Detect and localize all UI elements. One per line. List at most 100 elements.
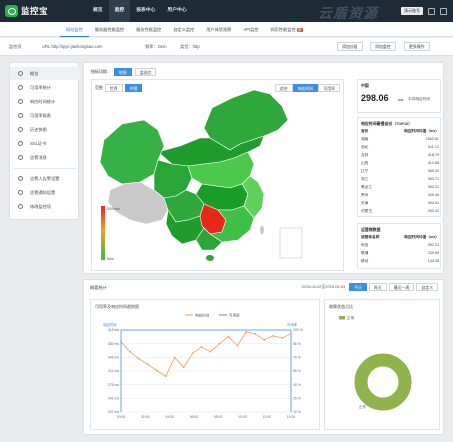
sidebar-item-label: 告警消息 bbox=[30, 154, 47, 160]
province-name: 湖南 bbox=[361, 137, 369, 141]
isp-name: 电信 bbox=[361, 243, 369, 247]
sidebar-item-edit[interactable]: 修改监控项 bbox=[10, 200, 80, 213]
series-response-point bbox=[182, 366, 185, 369]
settings-icon[interactable] bbox=[440, 7, 447, 15]
province-row: 浙江 353.71 bbox=[361, 177, 439, 182]
date-range-bar: 2015-04-02至2015-04-03 今天 昨天 最近一周 自定义 bbox=[301, 283, 438, 291]
province-name: 吉林 bbox=[361, 153, 369, 157]
y-tick-left: 383 ms bbox=[108, 342, 119, 346]
tab-website[interactable]: 网站监控 bbox=[60, 22, 89, 37]
edit-icon bbox=[18, 204, 23, 209]
y-tick-right: 70 % bbox=[293, 356, 301, 360]
add-monitor-button[interactable]: 添加监控 bbox=[370, 42, 396, 51]
left-axis-label: 响应时间 bbox=[103, 322, 117, 327]
sidebar-item-response[interactable]: 响应时间统计 bbox=[10, 95, 80, 108]
date-range: 2015-04-02至2015-04-03 bbox=[301, 284, 346, 289]
sidebar-item-alert-user[interactable]: 告警人告警设置 bbox=[10, 172, 80, 185]
sidebar-item-ssl[interactable]: SSL证书 bbox=[10, 137, 80, 150]
tab-server[interactable]: 服务器性能监控 bbox=[89, 22, 130, 37]
province-value: 304.01 bbox=[427, 201, 439, 205]
province-value: 412.85 bbox=[427, 161, 439, 165]
sidebar-item-label: 告警人告警设置 bbox=[30, 175, 60, 181]
logo-text: 监控宝 bbox=[21, 6, 49, 16]
tab-page-perf[interactable]: 网页性能监控新 bbox=[264, 22, 308, 37]
nav-user[interactable]: 用户中心 bbox=[161, 0, 192, 22]
legend-av-label: 可用率 bbox=[229, 313, 240, 318]
map-region-northeast bbox=[203, 89, 289, 151]
user-alert-icon bbox=[18, 176, 23, 181]
pie-slice-label: 正常 bbox=[359, 404, 366, 409]
avg-unit: ms bbox=[398, 97, 404, 102]
isp-value: 239.69 bbox=[427, 251, 439, 255]
china-map: 5000ms 5ms bbox=[99, 89, 303, 261]
nav-report[interactable]: 报表中心 bbox=[130, 0, 161, 22]
clock-icon bbox=[18, 99, 23, 104]
series-response-point bbox=[120, 340, 122, 343]
tab-ux[interactable]: 用户体验观察 bbox=[200, 22, 237, 37]
tab-api[interactable]: API监控 bbox=[237, 22, 264, 37]
isp-value: 134.28 bbox=[427, 259, 439, 263]
avg-value: 298.06 bbox=[361, 93, 389, 103]
province-row: 吉林 418.79 bbox=[361, 153, 439, 158]
report-icon bbox=[18, 113, 23, 118]
range-week[interactable]: 最近一周 bbox=[388, 283, 415, 291]
isp-name: 联通 bbox=[361, 251, 369, 255]
sidebar: 概览 可用率统计 响应时间统计 可用率报表 历史快照 SSL证书 告警消息 告警… bbox=[9, 62, 80, 220]
series-response-point bbox=[236, 344, 239, 347]
view-label: 指标切换： bbox=[91, 69, 111, 74]
range-yesterday[interactable]: 昨天 bbox=[368, 283, 387, 291]
nav-overview[interactable]: 概览 bbox=[87, 0, 109, 22]
province-row: 辽宁 385.32 bbox=[361, 169, 439, 174]
sidebar-item-report[interactable]: 可用率报表 bbox=[10, 109, 80, 122]
series-response-point bbox=[164, 375, 167, 378]
sidebar-item-history[interactable]: 历史快照 bbox=[10, 123, 80, 136]
sidebar-item-alerts[interactable]: 告警消息 bbox=[10, 151, 80, 164]
top10-box: 响应时间最慢省份（TOP10） 省份 响应时间均值（ms） 湖南 2362.61 西北… bbox=[357, 117, 441, 217]
sidebar-item-alert-notify[interactable]: 告警通知设置 bbox=[10, 186, 80, 199]
add-group-button[interactable]: 添加分组 bbox=[337, 42, 363, 51]
tab-service[interactable]: 服务性能监控 bbox=[130, 22, 167, 37]
nav-monitor[interactable]: 监控 bbox=[108, 0, 131, 22]
user-menu[interactable]: 演示账号 bbox=[401, 7, 423, 15]
tab-custom[interactable]: 自定义监控 bbox=[167, 22, 200, 37]
province-value: 385.32 bbox=[427, 169, 439, 173]
view-tab-map[interactable]: 地图 bbox=[114, 68, 132, 76]
province-value: 352.21 bbox=[427, 185, 439, 189]
main-nav: 概览 监控 报表中心 用户中心 bbox=[87, 0, 193, 22]
sidebar-item-label: 修改监控项 bbox=[30, 203, 51, 209]
more-actions-button[interactable]: 更多操作 bbox=[404, 42, 430, 51]
app-logo[interactable]: 监控宝 bbox=[5, 4, 48, 18]
new-badge: 新 bbox=[296, 28, 303, 32]
chart-line-icon bbox=[18, 85, 23, 90]
pie-legend-label: 正常 bbox=[347, 315, 355, 320]
range-custom[interactable]: 自定义 bbox=[416, 283, 438, 291]
sidebar-item-overview[interactable]: 概览 bbox=[10, 67, 80, 80]
sidebar-item-label: 响应时间统计 bbox=[30, 98, 56, 104]
summary-panel: 概要统计 2015-04-02至2015-04-03 今天 昨天 最近一周 自定… bbox=[83, 279, 444, 435]
x-tick: 02:00 bbox=[141, 415, 150, 419]
series-response-point bbox=[173, 356, 176, 359]
sidebar-item-label: 告警通知设置 bbox=[30, 189, 56, 195]
history-icon bbox=[18, 127, 23, 132]
series-response-point bbox=[146, 363, 149, 366]
province-value: 253.42 bbox=[427, 209, 439, 213]
sidebar-item-availability[interactable]: 可用率统计 bbox=[10, 81, 80, 94]
series-response-point bbox=[200, 346, 203, 348]
province-name: 浙江 bbox=[361, 177, 369, 181]
series-response-point bbox=[227, 335, 230, 338]
col-province: 省份 bbox=[361, 129, 369, 133]
message-icon[interactable] bbox=[428, 7, 435, 15]
sidebar-item-label: 历史快照 bbox=[30, 126, 47, 132]
map-canvas: 范围 世界 中国 综合 响应时间 可用率 5000ms 5ms bbox=[91, 79, 344, 271]
series-response-point bbox=[209, 350, 212, 353]
series-response-point bbox=[155, 369, 158, 372]
x-tick: 00:00 bbox=[117, 415, 126, 419]
map-region-hainan bbox=[206, 255, 214, 261]
range-today[interactable]: 今天 bbox=[349, 283, 367, 291]
view-tab-points[interactable]: 监测点 bbox=[134, 68, 157, 76]
province-name: 山西 bbox=[361, 161, 369, 165]
pie-legend-swatch bbox=[339, 316, 345, 320]
stats-panel: 中国 298.06 ms 平均响应时间 响应时间最慢省份（TOP10） 省份 响应… bbox=[357, 77, 441, 271]
avg-label: 平均响应时间 bbox=[408, 97, 431, 101]
col-isp: 运营商名称 bbox=[361, 235, 380, 239]
